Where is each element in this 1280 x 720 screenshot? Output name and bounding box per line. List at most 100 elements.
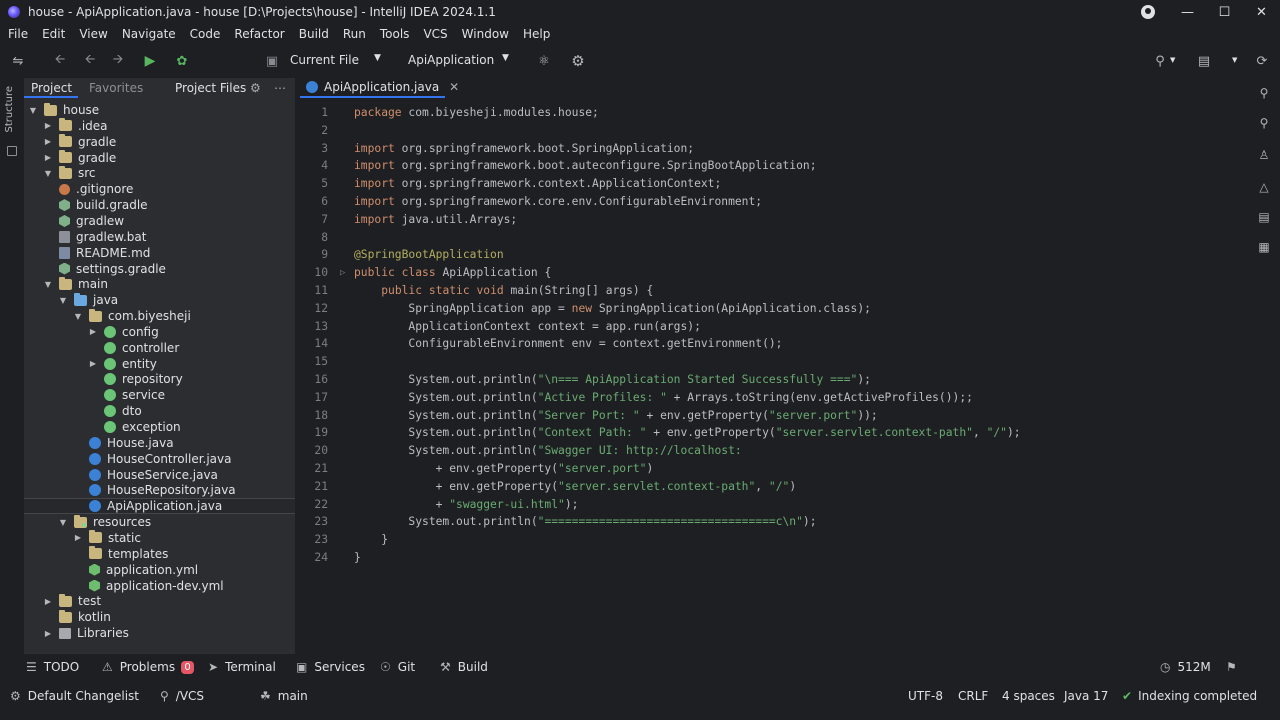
menu-build[interactable]: Build: [292, 27, 336, 41]
tree-item[interactable]: ▶gradlew: [24, 213, 295, 229]
back-history-icon[interactable]: 🡨: [82, 52, 98, 69]
chevron-down-icon[interactable]: ▼: [1170, 56, 1175, 64]
menu-navigate[interactable]: Navigate: [115, 27, 183, 41]
encoding-widget[interactable]: UTF-8: [908, 689, 943, 703]
forward-arrow-icon[interactable]: 🡪: [110, 52, 126, 69]
code-line[interactable]: 20 System.out.println("Swagger UI: http:…: [296, 442, 1248, 460]
chevron-down-icon[interactable]: ▼: [43, 280, 53, 289]
code-line[interactable]: 6 import org.springframework.core.env.Con…: [296, 193, 1248, 211]
chevron-right-icon[interactable]: ▶: [43, 137, 53, 146]
vcs-widget[interactable]: ⚲ /VCS: [160, 689, 204, 703]
chevron-right-icon[interactable]: ▶: [43, 629, 53, 638]
code-line[interactable]: 23 }: [296, 531, 1248, 549]
menu-edit[interactable]: Edit: [35, 27, 72, 41]
branch-widget[interactable]: ☘ main: [260, 689, 308, 703]
inspect-icon[interactable]: ⚲: [1257, 116, 1271, 130]
tree-item[interactable]: ▼ house: [24, 102, 295, 118]
code-line[interactable]: 9 @SpringBootApplication: [296, 246, 1248, 264]
debug-icon[interactable]: ✿: [174, 53, 190, 69]
menu-file[interactable]: File: [1, 27, 35, 41]
terminal-button[interactable]: ➤ Terminal: [208, 660, 276, 674]
build-button[interactable]: ⚒ Build: [440, 660, 488, 674]
gear-icon[interactable]: ⚙: [570, 52, 586, 70]
code-line[interactable]: 1 package com.biyesheji.modules.house;: [296, 104, 1248, 122]
gear-icon[interactable]: ⚙: [250, 81, 261, 95]
tree-item[interactable]: ▶service: [24, 387, 295, 403]
code-line[interactable]: 18 System.out.println("Server Port: " + …: [296, 407, 1248, 425]
chevron-down-icon[interactable]: ▼: [43, 169, 53, 178]
tab-project-files[interactable]: Project Files: [175, 81, 246, 95]
tree-item[interactable]: ▶ config: [24, 324, 295, 340]
run-icon[interactable]: ▶: [142, 53, 158, 69]
code-line[interactable]: 5 import org.springframework.context.Appl…: [296, 175, 1248, 193]
menu-code[interactable]: Code: [183, 27, 228, 41]
indent-widget[interactable]: 4 spaces: [1002, 689, 1055, 703]
code-line[interactable]: 10 public class ApiApplication {▷: [296, 264, 1248, 282]
code-line[interactable]: 22 + "swagger-ui.html");: [296, 496, 1248, 514]
code-line[interactable]: 15: [296, 353, 1248, 371]
tab-api-application-java[interactable]: ApiApplication.java ✕: [300, 78, 459, 98]
tree-item[interactable]: ▶HouseService.java: [24, 467, 295, 483]
tree-item[interactable]: ▶application.yml: [24, 562, 295, 578]
tree-item[interactable]: ▼ java: [24, 292, 295, 308]
problems-button[interactable]: ⚠ Problems 0: [102, 660, 195, 674]
account-icon[interactable]: [1141, 5, 1155, 19]
chevron-down-icon[interactable]: ▼: [28, 106, 38, 115]
tree-item[interactable]: ▶ entity: [24, 356, 295, 372]
gradle-icon[interactable]: ♙: [1257, 148, 1271, 162]
tree-item[interactable]: ▼ src: [24, 165, 295, 181]
todo-button[interactable]: ☰ TODO: [26, 660, 79, 674]
chevron-down-icon[interactable]: ▼: [502, 53, 509, 63]
tree-item[interactable]: ▶build.gradle: [24, 197, 295, 213]
services-button[interactable]: ▣ Services: [296, 660, 365, 674]
close-window-button[interactable]: ✕: [1243, 0, 1280, 24]
tree-item[interactable]: ▼ main: [24, 276, 295, 292]
tree-item[interactable]: ▼ resources: [24, 514, 295, 530]
tree-item[interactable]: ▶repository: [24, 371, 295, 387]
tree-item[interactable]: ▶controller: [24, 340, 295, 356]
git-button[interactable]: ☉ Git: [380, 660, 415, 674]
chevron-down-icon[interactable]: ▼: [58, 518, 68, 527]
code-line[interactable]: 13 ApplicationContext context = app.run(…: [296, 318, 1248, 336]
maximize-button[interactable]: ☐: [1206, 0, 1243, 24]
tree-item[interactable]: ▶exception: [24, 419, 295, 435]
tree-item[interactable]: ▶ApiApplication.java: [24, 498, 295, 515]
tree-item[interactable]: ▶kotlin: [24, 609, 295, 625]
code-with-me-icon[interactable]: ▤: [1196, 53, 1212, 69]
chevron-down-icon[interactable]: ▼: [73, 312, 83, 321]
tree-item[interactable]: ▶ gradle: [24, 134, 295, 150]
chevron-right-icon[interactable]: ▶: [73, 533, 83, 542]
tree-item[interactable]: ▶.gitignore: [24, 181, 295, 197]
chevron-right-icon[interactable]: ▶: [43, 597, 53, 606]
menu-tools[interactable]: Tools: [373, 27, 417, 41]
update-icon[interactable]: ⟳: [1254, 53, 1270, 69]
more-options-icon[interactable]: ⋯: [274, 81, 286, 95]
tab-favorites[interactable]: Favorites: [89, 81, 143, 95]
run-config-dropdown[interactable]: ApiApplication: [408, 53, 494, 67]
tree-item[interactable]: ▶templates: [24, 546, 295, 562]
notifications-button[interactable]: ⚑: [1226, 660, 1244, 674]
menu-view[interactable]: View: [72, 27, 114, 41]
database-icon[interactable]: △: [1257, 180, 1271, 194]
code-line[interactable]: 21 + env.getProperty("server.port"): [296, 460, 1248, 478]
bookmarks-icon[interactable]: [7, 146, 17, 156]
run-scope-dropdown[interactable]: Current File: [290, 53, 359, 67]
tree-item[interactable]: ▶settings.gradle: [24, 261, 295, 277]
tree-item[interactable]: ▼ com.biyesheji: [24, 308, 295, 324]
menu-window[interactable]: Window: [455, 27, 516, 41]
back-arrow-icon[interactable]: 🡨: [52, 52, 68, 69]
notifications-icon[interactable]: ▤: [1257, 210, 1271, 224]
chevron-right-icon[interactable]: ▶: [43, 121, 53, 130]
tree-item[interactable]: ▶HouseController.java: [24, 451, 295, 467]
menu-refactor[interactable]: Refactor: [227, 27, 291, 41]
code-line[interactable]: 7 import java.util.Arrays;: [296, 211, 1248, 229]
tree-item[interactable]: ▶ test: [24, 593, 295, 609]
maven-icon[interactable]: ▦: [1257, 240, 1271, 254]
code-line[interactable]: 2: [296, 122, 1248, 140]
code-line[interactable]: 23 System.out.println("=================…: [296, 513, 1248, 531]
memory-indicator[interactable]: ◷ 512M: [1160, 660, 1211, 674]
code-line[interactable]: 11 public static void main(String[] args…: [296, 282, 1248, 300]
code-line[interactable]: 8: [296, 229, 1248, 247]
sdk-widget[interactable]: Java 17: [1064, 689, 1108, 703]
search-icon[interactable]: ⚲: [1257, 86, 1271, 100]
